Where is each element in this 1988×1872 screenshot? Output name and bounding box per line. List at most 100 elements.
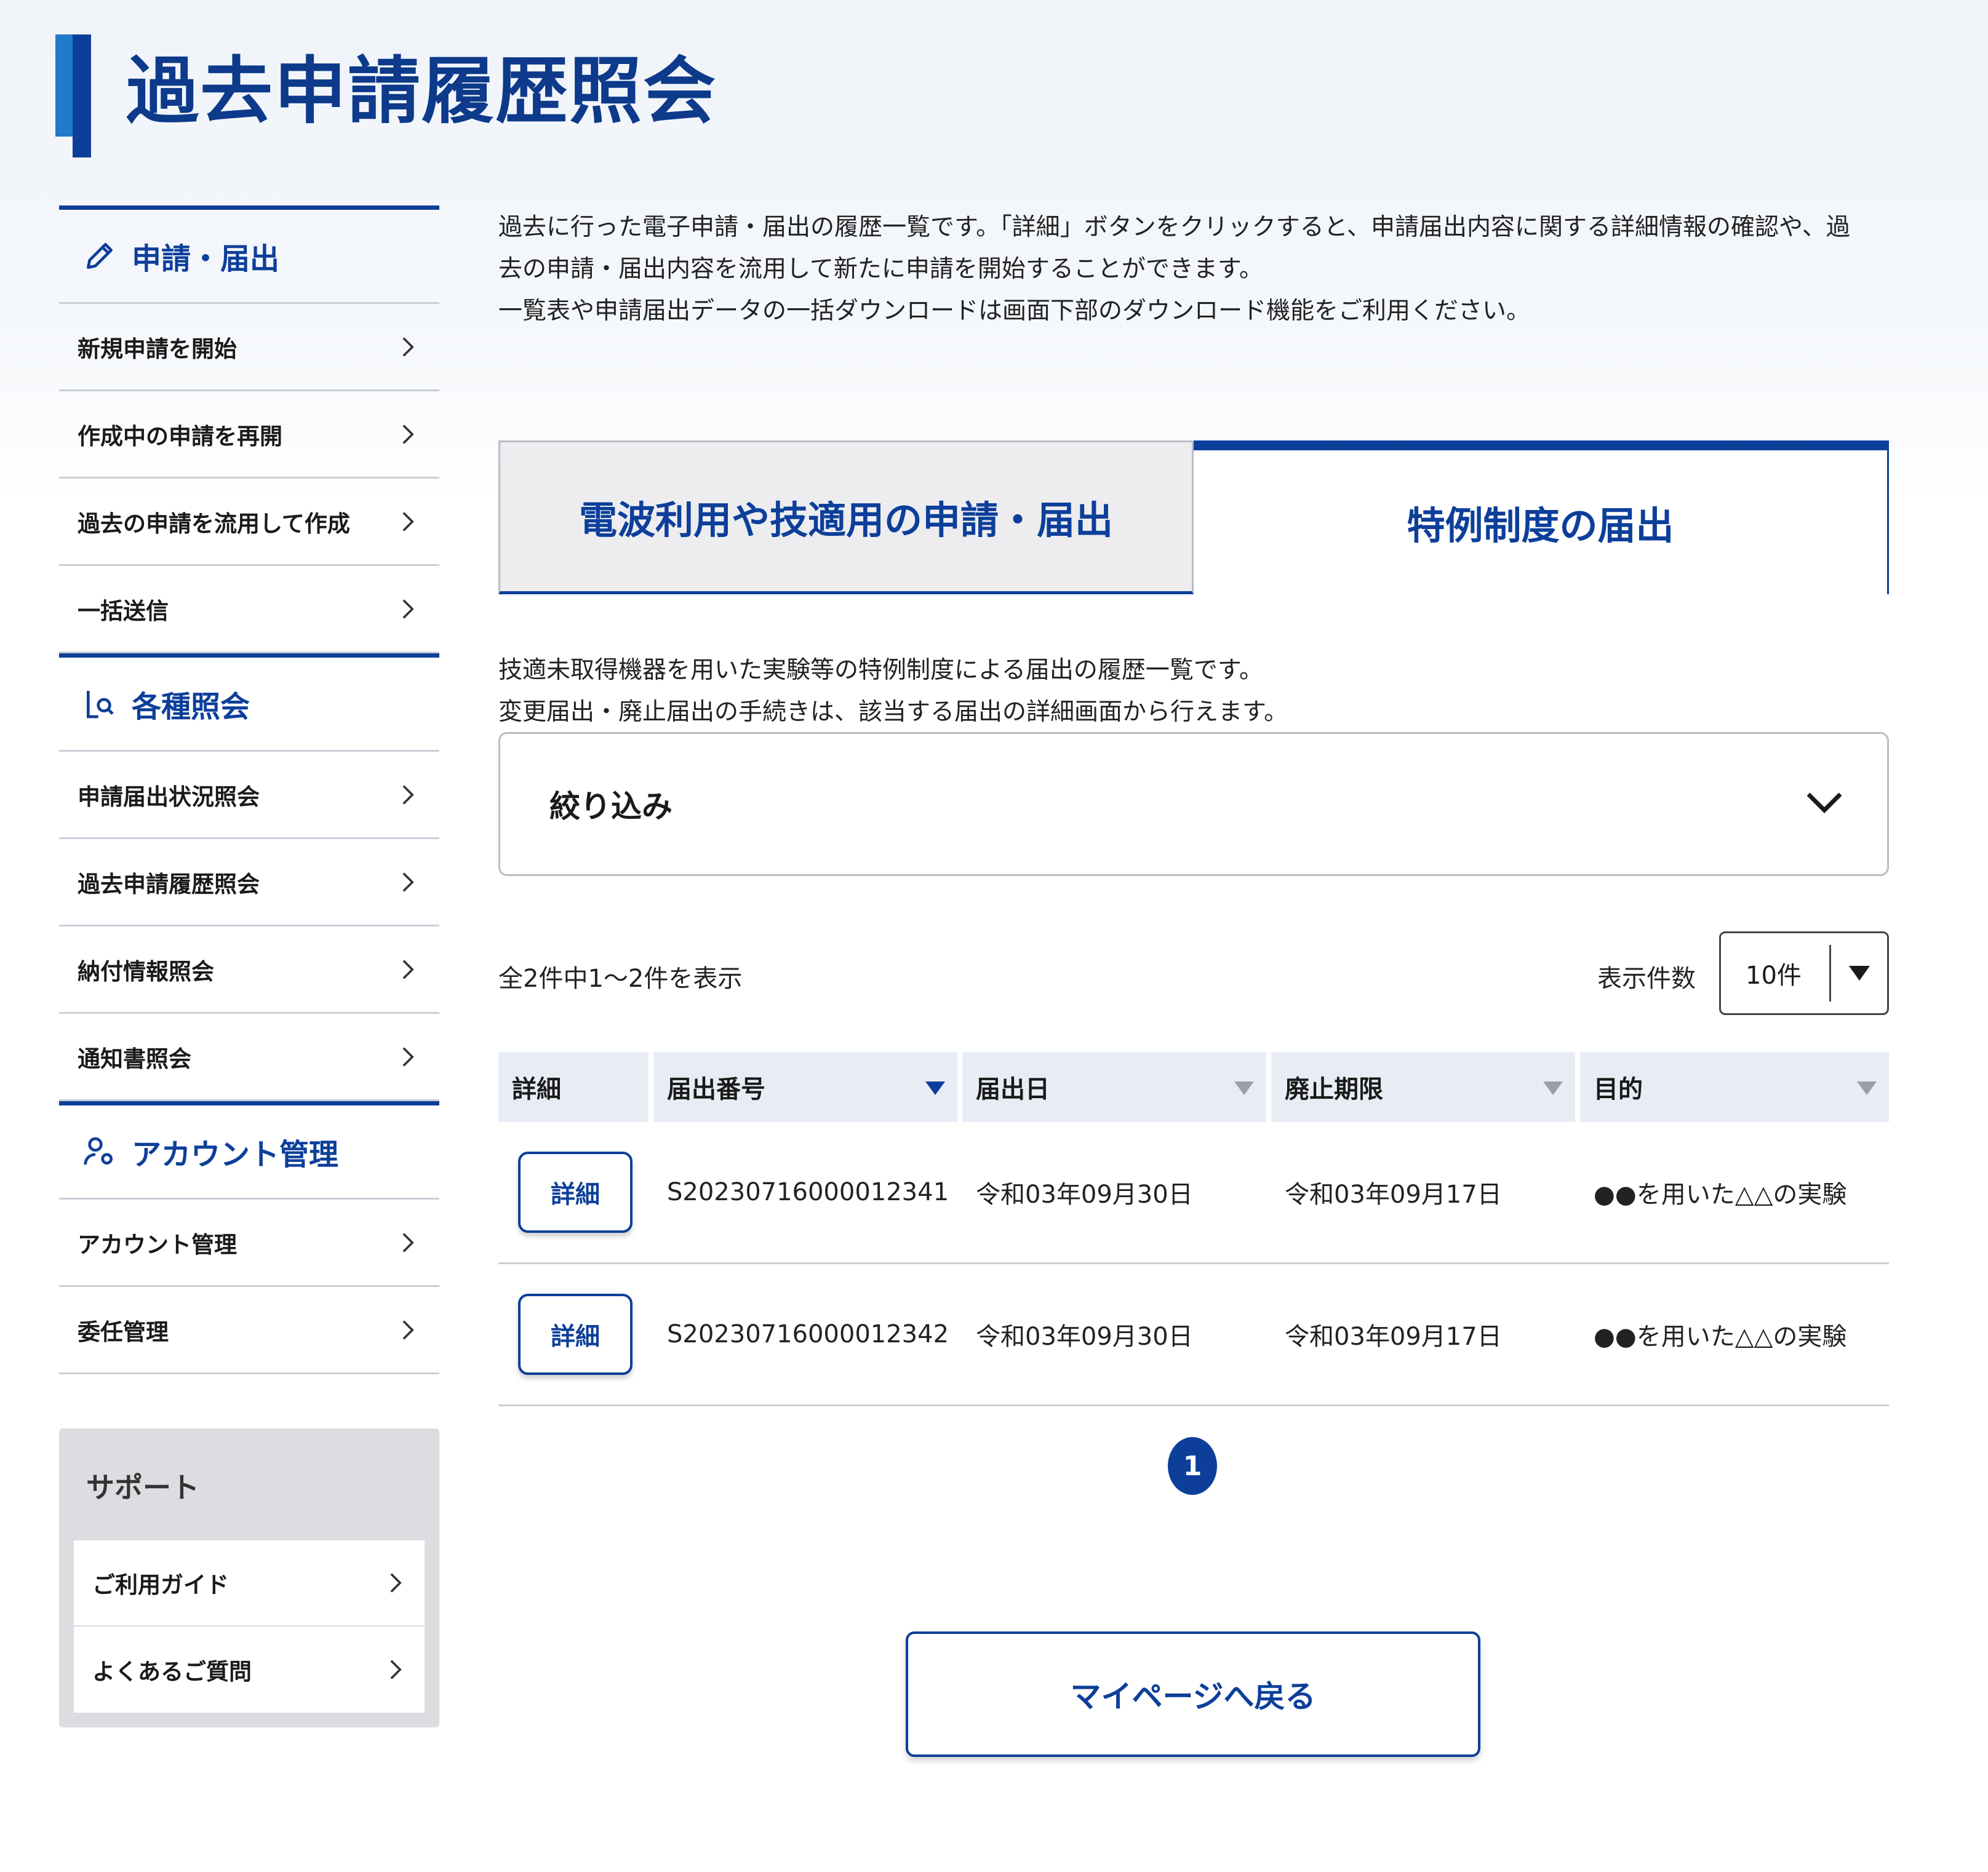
support-item-guide[interactable]: ご利用ガイド — [74, 1540, 425, 1627]
chevron-right-icon — [394, 781, 422, 809]
chevron-right-icon — [394, 333, 422, 361]
pencil-icon — [81, 237, 118, 274]
sidebar-heading-inquiry: 各種照会 — [59, 653, 439, 752]
sort-active-icon — [925, 1073, 945, 1101]
chevron-right-icon — [394, 595, 422, 623]
sidebar-item-label: 一括送信 — [78, 597, 169, 624]
sidebar-item-reuse-past[interactable]: 過去の申請を流用して作成 — [59, 479, 439, 566]
filter-label: 絞り込み — [549, 789, 673, 824]
sort-icon — [1857, 1073, 1877, 1101]
intro-line: 去の申請・届出内容を流用して新たに申請を開始することができます。 — [498, 255, 1263, 283]
column-header-number[interactable]: 届出番号 — [653, 1052, 957, 1122]
sort-icon — [1234, 1073, 1254, 1101]
column-header-label: 届出番号 — [667, 1075, 765, 1104]
sidebar-item-label: 委任管理 — [78, 1318, 169, 1345]
back-to-mypage-button[interactable]: マイページへ戻る — [906, 1631, 1480, 1757]
table-header: 詳細 届出番号 届出日 廃止期限 目的 — [498, 1052, 1889, 1122]
sidebar-item-label: 通知書照会 — [78, 1045, 191, 1072]
sidebar-item-new-application[interactable]: 新規申請を開始 — [59, 304, 439, 391]
cell-date: 令和03年09月30日 — [976, 1181, 1193, 1209]
support-item-label: ご利用ガイド — [92, 1572, 229, 1598]
page-title: 過去申請履歴照会 — [126, 49, 717, 133]
chevron-down-icon — [1806, 792, 1843, 816]
support-item-label: よくあるご質問 — [92, 1659, 252, 1685]
column-header-label: 届出日 — [976, 1075, 1050, 1104]
column-header-label: 廃止期限 — [1285, 1075, 1383, 1104]
chevron-right-icon — [394, 1043, 422, 1071]
title-accent-bar-dark — [73, 34, 91, 157]
cell-date: 令和03年09月30日 — [976, 1323, 1193, 1351]
sidebar-item-label: 納付情報照会 — [78, 958, 214, 985]
column-header-purpose[interactable]: 目的 — [1580, 1052, 1889, 1122]
description-line: 変更届出・廃止届出の手続きは、該当する届出の詳細画面から行えます。 — [498, 698, 1288, 726]
sidebar-heading-label: アカウント管理 — [132, 1137, 339, 1172]
sort-icon — [1543, 1073, 1563, 1101]
cell-number: S20230716000012342 — [667, 1320, 949, 1348]
sidebar-item-label: アカウント管理 — [78, 1231, 237, 1258]
sidebar-item-notice-inquiry[interactable]: 通知書照会 — [59, 1014, 439, 1101]
detail-button[interactable]: 詳細 — [518, 1294, 633, 1375]
per-page-label: 表示件数 — [1597, 965, 1696, 993]
tab-special-notification[interactable]: 特例制度の届出 — [1194, 440, 1889, 594]
sidebar-heading-application: 申請・届出 — [59, 205, 439, 304]
chevron-right-icon — [394, 868, 422, 896]
column-header-date[interactable]: 届出日 — [962, 1052, 1266, 1122]
chevron-right-icon — [394, 1316, 422, 1344]
chevron-right-icon — [394, 508, 422, 536]
sidebar-item-status-inquiry[interactable]: 申請届出状況照会 — [59, 752, 439, 839]
cell-deadline: 令和03年09月17日 — [1285, 1181, 1502, 1209]
sidebar-item-label: 過去の申請を流用して作成 — [78, 510, 350, 537]
table-row: 詳細 S20230716000012342 令和03年09月30日 令和03年0… — [498, 1264, 1889, 1406]
tab-description: 技適未取得機器を用いた実験等の特例制度による届出の履歴一覧です。 変更届出・廃止… — [498, 650, 1883, 733]
support-title: サポート — [86, 1471, 199, 1504]
column-header-deadline[interactable]: 廃止期限 — [1271, 1052, 1575, 1122]
support-box: サポート ご利用ガイド よくあるご質問 — [59, 1428, 439, 1727]
chevron-right-icon — [394, 420, 422, 448]
chevron-right-icon — [394, 1229, 422, 1257]
sidebar-item-resume-draft[interactable]: 作成中の申請を再開 — [59, 391, 439, 479]
sidebar-item-label: 作成中の申請を再開 — [78, 423, 282, 450]
sidebar: 申請・届出 新規申請を開始 作成中の申請を再開 過去の申請を流用して作成 一括送… — [59, 205, 439, 1374]
cell-detail: 詳細 — [498, 1152, 649, 1233]
sidebar-item-account-management[interactable]: アカウント管理 — [59, 1200, 439, 1287]
tab-label: 特例制度の届出 — [1407, 503, 1674, 548]
column-header-label: 目的 — [1594, 1075, 1643, 1104]
description-line: 技適未取得機器を用いた実験等の特例制度による届出の履歴一覧です。 — [498, 656, 1263, 684]
caret-down-icon — [1831, 966, 1887, 981]
detail-button[interactable]: 詳細 — [518, 1152, 633, 1233]
support-item-faq[interactable]: よくあるご質問 — [74, 1627, 425, 1713]
column-header-label: 詳細 — [512, 1075, 561, 1104]
sidebar-item-payment-inquiry[interactable]: 納付情報照会 — [59, 926, 439, 1014]
filter-accordion[interactable]: 絞り込み — [498, 732, 1889, 876]
user-settings-icon — [81, 1133, 118, 1170]
intro-text: 過去に行った電子申請・届出の履歴一覧です。「詳細」ボタンをクリックすると、申請届… — [498, 207, 1883, 332]
sidebar-item-history-inquiry[interactable]: 過去申請履歴照会 — [59, 839, 439, 926]
cell-deadline: 令和03年09月17日 — [1285, 1323, 1502, 1351]
tab-radio-application[interactable]: 電波利用や技適用の申請・届出 — [498, 440, 1194, 594]
cell-detail: 詳細 — [498, 1294, 649, 1375]
title-accent-bar — [55, 34, 73, 137]
pagination-page-current[interactable]: 1 — [1168, 1437, 1217, 1495]
chevron-right-icon — [381, 1569, 410, 1597]
document-search-icon — [81, 685, 118, 722]
sidebar-heading-label: 申請・届出 — [132, 242, 280, 276]
chevron-right-icon — [381, 1655, 410, 1684]
sidebar-item-delegation[interactable]: 委任管理 — [59, 1287, 439, 1374]
intro-line: 過去に行った電子申請・届出の履歴一覧です。「詳細」ボタンをクリックすると、申請届… — [498, 213, 1850, 241]
result-count: 全2件中1〜2件を表示 — [498, 965, 743, 993]
sidebar-item-label: 申請届出状況照会 — [78, 783, 260, 810]
cell-purpose: ●●を用いた△△の実験 — [1594, 1181, 1847, 1209]
cell-number: S20230716000012341 — [667, 1178, 949, 1206]
sidebar-item-label: 新規申請を開始 — [78, 335, 237, 362]
sidebar-heading-label: 各種照会 — [132, 690, 250, 724]
per-page-select[interactable]: 10件 — [1719, 931, 1889, 1015]
table-row: 詳細 S20230716000012341 令和03年09月30日 令和03年0… — [498, 1122, 1889, 1264]
sidebar-item-label: 過去申請履歴照会 — [78, 870, 260, 898]
sidebar-item-bulk-send[interactable]: 一括送信 — [59, 566, 439, 653]
tab-label: 電波利用や技適用の申請・届出 — [578, 498, 1113, 543]
history-table: 詳細 届出番号 届出日 廃止期限 目的 詳細 S2023071600001234… — [498, 1052, 1889, 1406]
cell-purpose: ●●を用いた△△の実験 — [1594, 1323, 1847, 1351]
support-list: ご利用ガイド よくあるご質問 — [74, 1540, 425, 1713]
sidebar-heading-account: アカウント管理 — [59, 1101, 439, 1200]
chevron-right-icon — [394, 955, 422, 984]
